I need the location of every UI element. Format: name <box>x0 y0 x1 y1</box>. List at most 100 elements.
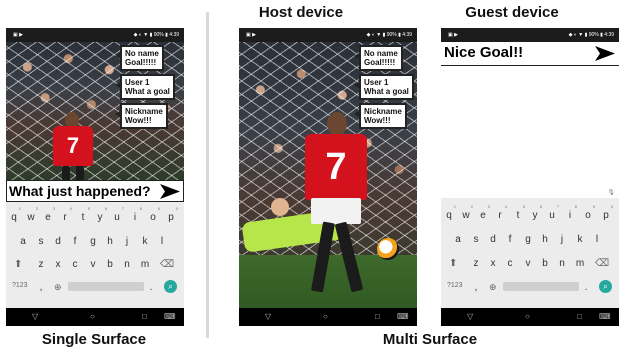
key-d[interactable]: d <box>51 236 65 247</box>
key-f[interactable]: f <box>503 234 517 245</box>
key-n[interactable]: n <box>555 258 569 269</box>
message-input[interactable]: What just happened? <box>9 182 151 200</box>
key-x[interactable]: x <box>486 258 500 269</box>
key-w[interactable]: w2 <box>459 204 473 221</box>
bubble-author: User 1 <box>125 78 150 87</box>
notification-icons: ▣ ▶ <box>13 32 23 38</box>
key-g[interactable]: g <box>521 234 535 245</box>
backspace-key[interactable]: ⌫ <box>160 259 174 270</box>
key-l[interactable]: l <box>155 236 169 247</box>
key-period[interactable]: . <box>579 282 593 293</box>
key-c[interactable]: c <box>503 258 517 269</box>
key-k[interactable]: k <box>138 236 152 247</box>
key-q[interactable]: q1 <box>7 206 21 223</box>
key-l[interactable]: l <box>590 234 604 245</box>
keyboard-icon[interactable]: ⌨ <box>397 312 409 321</box>
message-input-bar[interactable]: What just happened? <box>6 180 184 202</box>
message-input-bar[interactable]: Nice Goal!! <box>441 42 619 66</box>
recent-apps-icon[interactable]: □ <box>577 312 582 321</box>
key-n[interactable]: n <box>120 259 134 270</box>
space-key[interactable] <box>68 282 144 291</box>
key-x[interactable]: x <box>51 259 65 270</box>
message-input[interactable]: Nice Goal!! <box>444 43 523 63</box>
search-icon[interactable]: ⌕ <box>164 280 177 293</box>
key-p[interactable]: p0 <box>599 204 613 221</box>
recent-apps-icon[interactable]: □ <box>142 312 147 321</box>
globe-icon[interactable]: ⊕ <box>489 282 497 293</box>
shift-key[interactable]: ⬆ <box>14 259 22 270</box>
home-icon[interactable]: ○ <box>525 312 530 321</box>
key-u[interactable]: u7 <box>110 206 124 223</box>
chat-bubble: User 1 What a goal <box>354 74 414 100</box>
key-v[interactable]: v <box>521 258 535 269</box>
key-r[interactable]: r4 <box>58 206 72 223</box>
keyboard-icon[interactable]: ⌨ <box>599 312 611 321</box>
keyboard-icon[interactable]: ⌨ <box>164 312 176 321</box>
shift-key[interactable]: ⬆ <box>449 258 457 269</box>
key-f[interactable]: f <box>68 236 82 247</box>
key-h[interactable]: h <box>538 234 552 245</box>
key-h[interactable]: h <box>103 236 117 247</box>
key-i[interactable]: i8 <box>563 204 577 221</box>
player-shorts <box>311 198 361 224</box>
key-o[interactable]: o9 <box>581 204 595 221</box>
space-key[interactable] <box>503 282 579 291</box>
back-icon[interactable]: ▽ <box>265 312 271 321</box>
key-d[interactable]: d <box>486 234 500 245</box>
key-y[interactable]: y6 <box>528 204 543 221</box>
key-t[interactable]: t5 <box>76 206 90 223</box>
send-icon[interactable] <box>159 183 181 200</box>
key-comma[interactable]: , <box>34 282 48 293</box>
key-j[interactable]: j <box>120 236 134 247</box>
key-b[interactable]: b <box>538 258 552 269</box>
key-g[interactable]: g <box>86 236 100 247</box>
shirt-number: 7 <box>66 133 80 158</box>
key-z[interactable]: z <box>34 259 48 270</box>
key-y[interactable]: y6 <box>93 206 108 223</box>
key-i[interactable]: i8 <box>128 206 142 223</box>
chat-bubble: No name Goal!!!!! <box>115 45 164 71</box>
key-o[interactable]: o9 <box>146 206 160 223</box>
nav-bar: ▽ ○ □ ⌨ <box>441 308 619 326</box>
backspace-key[interactable]: ⌫ <box>595 258 609 269</box>
key-s[interactable]: s <box>469 234 483 245</box>
send-icon[interactable] <box>594 45 616 62</box>
key-b[interactable]: b <box>103 259 117 270</box>
key-a[interactable]: a <box>16 236 30 247</box>
symbols-key[interactable]: ?123 <box>447 282 463 289</box>
chat-bubble: Nickname Wow!!! <box>354 103 407 129</box>
key-w[interactable]: w2 <box>24 206 38 223</box>
key-e[interactable]: e3 <box>476 204 490 221</box>
key-k[interactable]: k <box>573 234 587 245</box>
bubble-author: Nickname <box>364 107 402 116</box>
key-c[interactable]: c <box>68 259 82 270</box>
key-a[interactable]: a <box>451 234 465 245</box>
symbols-key[interactable]: ?123 <box>12 282 28 289</box>
back-icon[interactable]: ▽ <box>32 312 38 321</box>
key-s[interactable]: s <box>34 236 48 247</box>
key-comma[interactable]: , <box>469 282 483 293</box>
home-icon[interactable]: ○ <box>90 312 95 321</box>
key-period[interactable]: . <box>144 282 158 293</box>
figure-canvas: Host device Guest device Single Surface … <box>0 0 619 354</box>
player-shirt: 7 <box>305 134 367 200</box>
bubble-author: User 1 <box>364 78 389 87</box>
key-p[interactable]: p0 <box>164 206 178 223</box>
recent-apps-icon[interactable]: □ <box>375 312 380 321</box>
key-r[interactable]: r4 <box>493 204 507 221</box>
key-m[interactable]: m <box>138 259 152 270</box>
chat-bubble: Nickname Wow!!! <box>115 103 168 129</box>
key-u[interactable]: u7 <box>545 204 559 221</box>
mic-icon[interactable]: 🎙 <box>607 189 615 196</box>
key-v[interactable]: v <box>86 259 100 270</box>
search-icon[interactable]: ⌕ <box>599 280 612 293</box>
key-j[interactable]: j <box>555 234 569 245</box>
key-q[interactable]: q1 <box>442 204 456 221</box>
key-z[interactable]: z <box>469 258 483 269</box>
key-e[interactable]: e3 <box>41 206 55 223</box>
globe-icon[interactable]: ⊕ <box>54 282 62 293</box>
home-icon[interactable]: ○ <box>323 312 328 321</box>
key-m[interactable]: m <box>573 258 587 269</box>
back-icon[interactable]: ▽ <box>467 312 473 321</box>
key-t[interactable]: t5 <box>511 204 525 221</box>
